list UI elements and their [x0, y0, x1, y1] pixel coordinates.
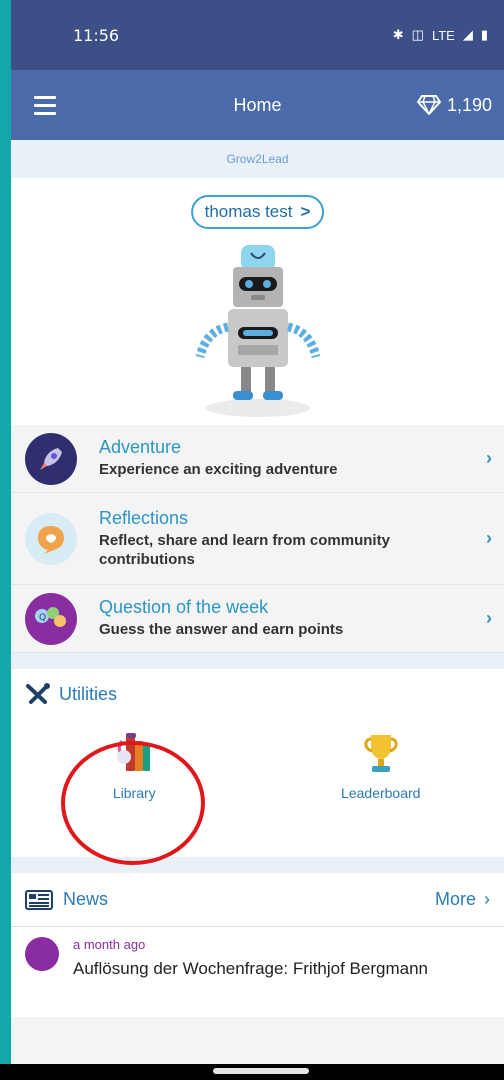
network-label: LTE — [431, 27, 455, 43]
news-item[interactable]: a month ago Auflösung der Wochenfrage: F… — [11, 927, 504, 1017]
phone-screen: 11:56 ✱ ◫ LTE ◢ ▮ Home 1,190 Grow2Lead t… — [11, 0, 504, 1080]
list-item-adventure[interactable]: Adventure Experience an exciting adventu… — [11, 425, 504, 493]
chevron-right-icon: › — [486, 448, 492, 468]
feature-list: Adventure Experience an exciting adventu… — [11, 425, 504, 653]
app-bar: Home 1,190 — [11, 70, 504, 140]
chevron-right-icon: > — [300, 202, 311, 221]
brand-strip: Grow2Lead — [11, 140, 504, 178]
user-profile-button[interactable]: thomas test > — [190, 195, 325, 229]
item-title: Adventure — [99, 437, 182, 458]
gem-count: 1,190 — [446, 94, 492, 115]
trophy-icon — [364, 735, 398, 772]
robot-avatar[interactable] — [183, 243, 333, 418]
list-item-question-of-the-week[interactable]: Q Question of the week Guess the answer … — [11, 585, 504, 653]
vibrate-icon: ◫ — [411, 27, 424, 42]
library-label: Library — [112, 785, 156, 801]
signal-icon: ◢ — [462, 27, 473, 42]
item-subtitle: Guess the answer and earn points — [99, 621, 344, 639]
library-button[interactable]: Library — [54, 731, 214, 801]
reflection-bubble-icon — [25, 512, 77, 565]
rocket-icon — [25, 432, 77, 485]
chevron-right-icon: › — [484, 889, 490, 909]
leaderboard-button[interactable]: Leaderboard — [301, 731, 461, 801]
tools-icon — [26, 683, 50, 704]
item-subtitle: Experience an exciting adventure — [99, 461, 338, 479]
menu-button[interactable] — [11, 70, 71, 140]
hamburger-icon — [34, 95, 56, 99]
status-bar: 11:56 ✱ ◫ LTE ◢ ▮ — [11, 0, 504, 70]
item-subtitle: Reflect, share and learn from community … — [99, 531, 390, 569]
chevron-right-icon: › — [486, 528, 492, 548]
utilities-header: Utilities — [11, 669, 504, 719]
news-title-group: News — [25, 889, 108, 910]
status-time: 11:56 — [73, 25, 120, 45]
leaderboard-label: Leaderboard — [341, 785, 421, 801]
list-item-reflections[interactable]: Reflections Reflect, share and learn fro… — [11, 493, 504, 585]
newspaper-icon — [25, 889, 53, 910]
news-more-link[interactable]: More › — [435, 889, 490, 910]
utilities-section: Utilities Library Leaderboard — [11, 669, 504, 865]
system-nav-bar — [0, 1064, 504, 1080]
gem-counter[interactable]: 1,190 — [416, 94, 492, 116]
battery-icon: ▮ — [480, 27, 488, 42]
qotw-icon: Q — [25, 592, 77, 645]
item-title: Question of the week — [99, 597, 269, 618]
qotw-avatar-icon — [25, 937, 59, 971]
status-icons: ✱ ◫ LTE ◢ ▮ — [393, 27, 488, 43]
utilities-title: Utilities — [59, 683, 118, 704]
news-title: News — [63, 889, 109, 909]
news-text: Auflösung der Wochenfrage: Frithjof Berg… — [73, 959, 428, 978]
home-handle[interactable] — [213, 1068, 309, 1074]
news-header: News More › — [11, 873, 504, 927]
news-more-label: More — [434, 889, 476, 909]
svg-text:Q: Q — [39, 613, 46, 623]
library-books-icon — [117, 733, 151, 771]
item-title: Reflections — [99, 507, 189, 528]
chevron-right-icon: › — [486, 608, 492, 628]
brand-label: Grow2Lead — [226, 152, 289, 166]
bluetooth-icon: ✱ — [392, 27, 404, 42]
utilities-grid: Library Leaderboard — [11, 731, 504, 801]
user-name: thomas test — [204, 202, 293, 221]
profile-section: thomas test > — [11, 178, 504, 425]
news-time: a month ago — [73, 937, 146, 952]
divider — [11, 857, 504, 873]
divider — [11, 653, 504, 669]
diamond-icon — [416, 95, 441, 115]
